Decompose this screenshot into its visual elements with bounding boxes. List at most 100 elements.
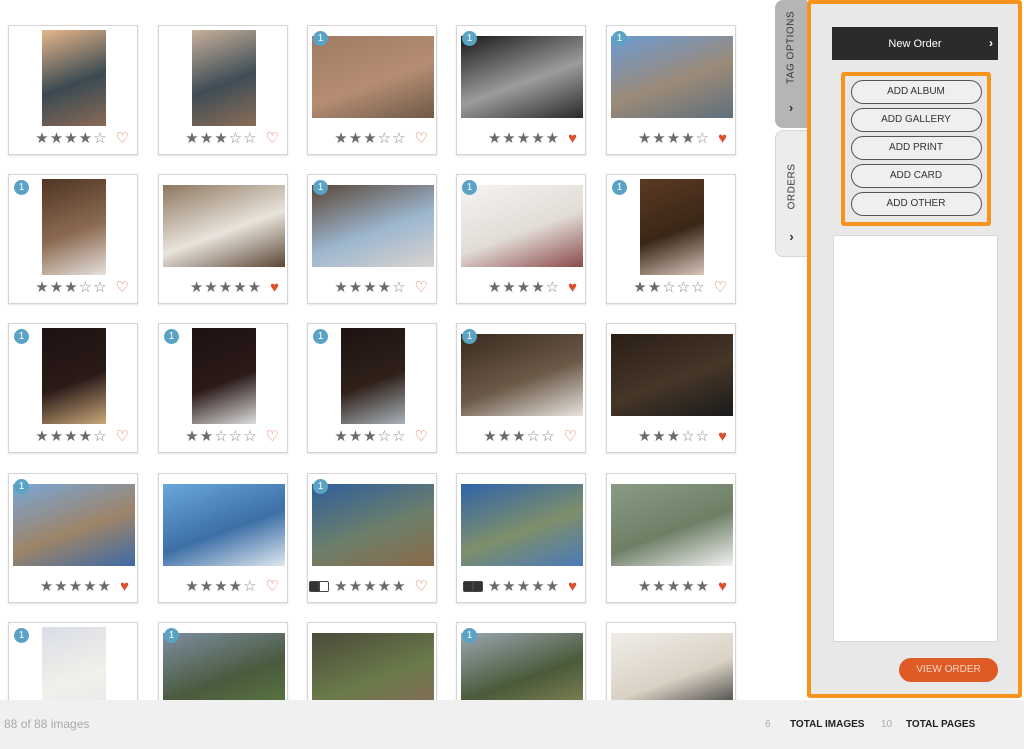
star-filled-icon[interactable]: ★ (185, 579, 198, 594)
heart-outline-icon[interactable]: ♡ (266, 429, 279, 444)
star-filled-icon[interactable]: ★ (363, 280, 376, 295)
star-filled-icon[interactable]: ★ (69, 579, 82, 594)
star-filled-icon[interactable]: ★ (483, 429, 496, 444)
star-filled-icon[interactable]: ★ (50, 429, 63, 444)
star-filled-icon[interactable]: ★ (512, 429, 525, 444)
heart-filled-icon[interactable]: ♥ (718, 429, 727, 444)
heart-filled-icon[interactable]: ♥ (718, 131, 727, 146)
star-filled-icon[interactable]: ★ (502, 131, 515, 146)
star-filled-icon[interactable]: ★ (35, 131, 48, 146)
image-card[interactable]: 1 ★ ★ ★ ☆ ☆ ♡ (307, 25, 437, 155)
star-filled-icon[interactable]: ★ (638, 131, 651, 146)
heart-filled-icon[interactable]: ♥ (718, 579, 727, 594)
heart-outline-icon[interactable]: ♡ (714, 280, 727, 295)
star-filled-icon[interactable]: ★ (83, 579, 96, 594)
star-filled-icon[interactable]: ★ (349, 429, 362, 444)
star-filled-icon[interactable]: ★ (517, 131, 530, 146)
image-card[interactable]: ★ ★ ★ ★ ★ ♥ (456, 473, 586, 603)
image-card[interactable]: 1 ★ ★ ★ ★ ★ ♡ (307, 473, 437, 603)
photo-thumbnail[interactable] (42, 328, 106, 424)
star-filled-icon[interactable]: ★ (64, 429, 77, 444)
star-filled-icon[interactable]: ★ (648, 280, 661, 295)
heart-filled-icon[interactable]: ♥ (568, 579, 577, 594)
star-empty-icon[interactable]: ☆ (691, 280, 704, 295)
star-filled-icon[interactable]: ★ (363, 131, 376, 146)
photo-thumbnail[interactable] (42, 179, 106, 275)
star-filled-icon[interactable]: ★ (64, 131, 77, 146)
image-card[interactable]: 1 (456, 622, 586, 700)
photo-thumbnail[interactable] (640, 179, 704, 275)
star-filled-icon[interactable]: ★ (502, 579, 515, 594)
image-card[interactable]: 1 ★ ★ ★ ★ ☆ ♡ (8, 323, 138, 453)
star-empty-icon[interactable]: ☆ (392, 280, 405, 295)
star-filled-icon[interactable]: ★ (349, 579, 362, 594)
order-items-list[interactable] (833, 235, 998, 642)
star-filled-icon[interactable]: ★ (696, 579, 709, 594)
star-filled-icon[interactable]: ★ (214, 131, 227, 146)
star-filled-icon[interactable]: ★ (349, 280, 362, 295)
star-filled-icon[interactable]: ★ (638, 579, 651, 594)
image-card[interactable]: 1 ★ ★ ★ ★ ★ ♥ (8, 473, 138, 603)
star-filled-icon[interactable]: ★ (378, 579, 391, 594)
star-empty-icon[interactable]: ☆ (79, 280, 92, 295)
heart-outline-icon[interactable]: ♡ (415, 429, 428, 444)
star-filled-icon[interactable]: ★ (363, 429, 376, 444)
image-card[interactable]: 1 ★ ★ ★ ★ ☆ ♥ (456, 174, 586, 304)
add-album-button[interactable]: ADD ALBUM (850, 80, 982, 104)
star-empty-icon[interactable]: ☆ (696, 131, 709, 146)
photo-thumbnail[interactable] (461, 633, 583, 700)
star-empty-icon[interactable]: ☆ (93, 429, 106, 444)
image-card[interactable]: ★ ★ ★ ☆ ☆ ♡ (158, 25, 288, 155)
star-filled-icon[interactable]: ★ (681, 131, 694, 146)
star-filled-icon[interactable]: ★ (54, 579, 67, 594)
photo-thumbnail[interactable] (611, 36, 733, 118)
image-card[interactable]: ★ ★ ★ ★ ★ ♥ (158, 174, 288, 304)
heart-outline-icon[interactable]: ♡ (564, 429, 577, 444)
star-empty-icon[interactable]: ☆ (229, 131, 242, 146)
photo-thumbnail[interactable] (163, 484, 285, 566)
star-empty-icon[interactable]: ☆ (681, 429, 694, 444)
heart-outline-icon[interactable]: ♡ (266, 131, 279, 146)
star-filled-icon[interactable]: ★ (546, 579, 559, 594)
star-filled-icon[interactable]: ★ (488, 579, 501, 594)
photo-thumbnail[interactable] (13, 484, 135, 566)
photo-thumbnail[interactable] (163, 633, 285, 700)
star-filled-icon[interactable]: ★ (531, 579, 544, 594)
star-empty-icon[interactable]: ☆ (214, 429, 227, 444)
star-filled-icon[interactable]: ★ (334, 579, 347, 594)
star-filled-icon[interactable]: ★ (517, 579, 530, 594)
star-filled-icon[interactable]: ★ (652, 579, 665, 594)
star-filled-icon[interactable]: ★ (190, 280, 203, 295)
star-filled-icon[interactable]: ★ (248, 280, 261, 295)
star-filled-icon[interactable]: ★ (363, 579, 376, 594)
star-filled-icon[interactable]: ★ (517, 280, 530, 295)
photo-thumbnail[interactable] (461, 36, 583, 118)
image-card[interactable] (606, 622, 736, 700)
star-empty-icon[interactable]: ☆ (527, 429, 540, 444)
add-gallery-button[interactable]: ADD GALLERY (850, 108, 982, 132)
star-filled-icon[interactable]: ★ (229, 579, 242, 594)
add-print-button[interactable]: ADD PRINT (850, 136, 982, 160)
photo-thumbnail[interactable] (312, 185, 434, 267)
star-filled-icon[interactable]: ★ (531, 280, 544, 295)
star-filled-icon[interactable]: ★ (204, 280, 217, 295)
star-empty-icon[interactable]: ☆ (93, 131, 106, 146)
heart-filled-icon[interactable]: ♥ (568, 131, 577, 146)
photo-thumbnail[interactable] (611, 334, 733, 416)
image-card[interactable]: ★ ★ ★ ☆ ☆ ♥ (606, 323, 736, 453)
image-card[interactable]: 1 ★ ★ ★ ☆ ☆ ♡ (307, 323, 437, 453)
star-filled-icon[interactable]: ★ (392, 579, 405, 594)
photo-thumbnail[interactable] (611, 633, 733, 700)
heart-outline-icon[interactable]: ♡ (415, 131, 428, 146)
photo-thumbnail[interactable] (42, 30, 106, 126)
heart-outline-icon[interactable]: ♡ (266, 579, 279, 594)
photo-thumbnail[interactable] (192, 30, 256, 126)
star-filled-icon[interactable]: ★ (531, 131, 544, 146)
star-filled-icon[interactable]: ★ (233, 280, 246, 295)
star-empty-icon[interactable]: ☆ (546, 280, 559, 295)
star-empty-icon[interactable]: ☆ (677, 280, 690, 295)
star-filled-icon[interactable]: ★ (681, 579, 694, 594)
heart-outline-icon[interactable]: ♡ (116, 429, 129, 444)
star-empty-icon[interactable]: ☆ (696, 429, 709, 444)
star-filled-icon[interactable]: ★ (200, 429, 213, 444)
